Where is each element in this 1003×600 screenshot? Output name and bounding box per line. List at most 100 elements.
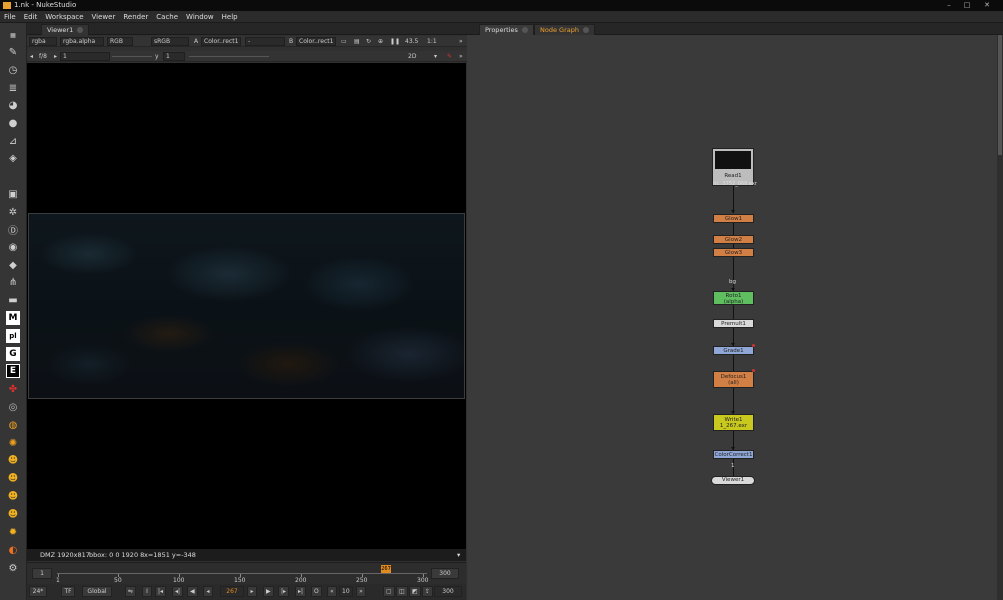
in-frame-field[interactable]: 1	[32, 568, 52, 579]
layers-icon[interactable]: ≣	[6, 81, 20, 95]
expand-icon[interactable]: »	[459, 37, 463, 46]
menu-viewer[interactable]: Viewer	[88, 11, 120, 23]
mode-dropdown[interactable]: 2D	[408, 52, 416, 61]
node-defocus1[interactable]: Defocus1 (all)	[713, 371, 754, 388]
node-grade1[interactable]: Grade1	[713, 346, 754, 355]
timeline[interactable]: 1 1 50 100 150 200 250 300 267 300	[27, 562, 466, 584]
clip-icon[interactable]: ▤	[354, 37, 360, 46]
node-glow3[interactable]: Glow3	[713, 248, 754, 257]
minimize-icon[interactable]: –	[944, 0, 954, 10]
ratio-dropdown[interactable]: 1:1	[427, 37, 437, 46]
gamma-field[interactable]: 1	[163, 52, 185, 61]
face4-icon[interactable]: ☻	[6, 507, 20, 521]
out-point-icon[interactable]: O	[311, 586, 322, 597]
skip-forward-icon[interactable]: »	[356, 586, 366, 597]
play-icon[interactable]: ▶	[263, 586, 274, 597]
end-frame-field[interactable]: 300	[434, 586, 462, 597]
stack-icon[interactable]: ◈	[6, 151, 20, 165]
face-icon[interactable]: ☻	[6, 453, 20, 467]
maximize-icon[interactable]: □	[962, 0, 972, 10]
node-write1[interactable]: Write1 1_267.exr	[713, 414, 754, 431]
gauge-icon[interactable]: ◐	[6, 543, 20, 557]
proxy-icon[interactable]: ⊕	[378, 37, 383, 46]
settings-icon[interactable]: ⚙	[6, 561, 20, 575]
gamma-slider[interactable]	[189, 56, 269, 57]
last-frame-icon[interactable]: ▸|	[295, 586, 307, 597]
tab-close-icon[interactable]	[582, 27, 589, 33]
particles-icon[interactable]: ✲	[6, 205, 20, 219]
viewer-canvas[interactable]	[27, 63, 466, 549]
compare-op-dropdown[interactable]: -	[245, 37, 285, 46]
tag-icon[interactable]: ◆	[6, 258, 20, 272]
circle-icon[interactable]: ●	[6, 116, 20, 130]
node-colorcorrect1[interactable]: ColorCorrect1	[713, 450, 754, 459]
node-roto1[interactable]: Roto1 (alpha)	[713, 291, 754, 305]
tab-viewer1[interactable]: Viewer1	[41, 24, 90, 35]
scrollbar-thumb[interactable]	[998, 35, 1002, 155]
brush-icon[interactable]: ⊿	[6, 134, 20, 148]
tab-node-graph[interactable]: Node Graph	[534, 24, 595, 35]
timeline-track[interactable]	[57, 573, 427, 574]
clock-icon[interactable]: ◷	[6, 63, 20, 77]
prev-key-icon[interactable]: ◂|	[172, 586, 184, 597]
step-back-icon[interactable]: ◂	[203, 586, 213, 597]
tab-properties[interactable]: Properties	[479, 24, 534, 35]
export-icon[interactable]: ⇪	[422, 586, 434, 597]
keyer-icon[interactable]: ⋔	[6, 275, 20, 289]
node-graph-scrollbar[interactable]	[997, 35, 1003, 600]
channels-dropdown[interactable]: rgba	[29, 37, 57, 46]
skip-back-icon[interactable]: «	[327, 586, 337, 597]
e-plugin-icon[interactable]: E	[6, 364, 20, 378]
out-frame-field[interactable]: 300	[431, 568, 459, 579]
pause-icon[interactable]: ❚❚	[390, 37, 400, 46]
menu-file[interactable]: File	[0, 11, 20, 23]
gain-slider[interactable]	[112, 56, 152, 57]
roi-icon[interactable]: ▭	[341, 37, 347, 46]
step-forward-icon[interactable]: ▸	[247, 586, 257, 597]
node-premult1[interactable]: Premult1	[713, 319, 754, 328]
spiral-icon[interactable]: ✺	[6, 436, 20, 450]
face3-icon[interactable]: ☻	[6, 489, 20, 503]
lut-dropdown[interactable]: sRGB	[151, 37, 189, 46]
menu-window[interactable]: Window	[182, 11, 218, 23]
menu-edit[interactable]: Edit	[20, 11, 42, 23]
display-channel-dropdown[interactable]: RGB	[107, 37, 133, 46]
menu-help[interactable]: Help	[218, 11, 242, 23]
cache-icon[interactable]: ◫	[396, 586, 408, 597]
info-dropdown-icon[interactable]: ▾	[457, 550, 460, 560]
alpha-channel-dropdown[interactable]: rgba.alpha	[60, 37, 104, 46]
grid-icon[interactable]: ▦	[6, 28, 20, 42]
paint-icon[interactable]: ✎	[447, 52, 452, 61]
node-glow1[interactable]: Glow1	[713, 214, 754, 223]
monitor-icon[interactable]: ◩	[409, 586, 421, 597]
menu-render[interactable]: Render	[119, 11, 152, 23]
play-back-icon[interactable]: ◀	[187, 586, 198, 597]
cube-icon[interactable]: ▣	[6, 187, 20, 201]
in-point-icon[interactable]: I	[142, 586, 152, 597]
tf-dropdown[interactable]: TF	[61, 586, 75, 597]
first-frame-icon[interactable]: |◂	[155, 586, 167, 597]
fstop-value[interactable]: f/8	[39, 52, 47, 61]
b-input-dropdown[interactable]: Color..rect1	[296, 37, 336, 46]
render-icon[interactable]: ▢	[383, 586, 395, 597]
deep-icon[interactable]: Ⓓ	[6, 222, 20, 237]
tab-close-icon[interactable]	[77, 27, 84, 33]
global-dropdown[interactable]: Global	[82, 586, 112, 597]
fstop-left-icon[interactable]: ◂	[30, 52, 33, 61]
a-input-dropdown[interactable]: Color..rect1	[201, 37, 241, 46]
m-plugin-icon[interactable]: M	[6, 311, 20, 325]
playhead[interactable]: 267	[381, 565, 391, 573]
swirl2-icon[interactable]: ✹	[6, 525, 20, 539]
menu-workspace[interactable]: Workspace	[41, 11, 87, 23]
gain-field[interactable]: 1	[60, 52, 110, 61]
current-frame-field[interactable]: 267	[220, 586, 244, 597]
node-graph-panel[interactable]: Properties Node Graph	[467, 23, 1003, 600]
mode-arrow-icon[interactable]: ▾	[434, 52, 437, 61]
sphere-icon[interactable]: ◕	[6, 98, 20, 112]
step-increment-field[interactable]: 10	[339, 586, 353, 597]
eye-icon[interactable]: ◉	[6, 240, 20, 254]
face2-icon[interactable]: ☻	[6, 471, 20, 485]
tab-close-icon[interactable]	[521, 27, 528, 33]
toolset-icon[interactable]: ▬	[6, 293, 20, 307]
next-key-icon[interactable]: |▸	[278, 586, 290, 597]
